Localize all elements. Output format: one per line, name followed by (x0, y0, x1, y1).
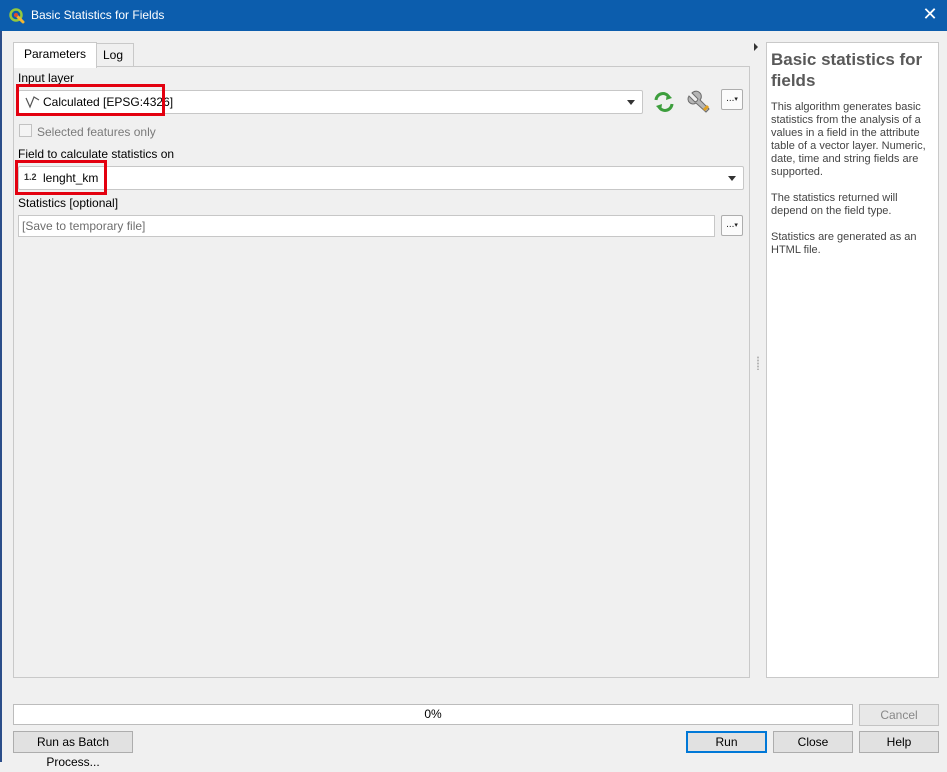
tab-log[interactable]: Log (92, 43, 135, 67)
help-paragraph-2: The statistics returned will depend on t… (771, 192, 898, 217)
numeric-field-icon: 1.2 (24, 172, 37, 182)
help-title: Basic statistics for fields (771, 50, 923, 90)
statistics-output-field[interactable] (18, 215, 715, 237)
cancel-button[interactable]: Cancel (859, 704, 939, 726)
input-layer-options-button[interactable]: ...▾ (721, 89, 743, 110)
help-button[interactable]: Help (859, 731, 939, 753)
small-chevron-icon: ▾ (734, 96, 738, 103)
selected-features-checkbox[interactable] (19, 124, 32, 137)
field-value: lenght_km (43, 171, 99, 185)
window-close-icon[interactable]: ✕ (913, 0, 947, 31)
collapse-help-icon[interactable] (754, 43, 758, 51)
wrench-icon[interactable] (687, 90, 713, 114)
batch-process-button[interactable]: Run as Batch Process... (13, 731, 133, 769)
progress-bar: 0% (13, 704, 853, 725)
chevron-down-icon (728, 176, 736, 181)
progress-text: 0% (424, 707, 442, 721)
iterate-features-icon[interactable] (652, 91, 676, 113)
splitter-handle[interactable] (757, 356, 759, 370)
statistics-label: Statistics [optional] (18, 196, 119, 210)
help-paragraph-1: This algorithm generates basic statistic… (771, 101, 926, 178)
selected-features-label: Selected features only (37, 125, 156, 139)
window-title: Basic Statistics for Fields (31, 8, 165, 22)
help-paragraph-3: Statistics are generated as an HTML file… (771, 231, 917, 256)
small-chevron-icon: ▾ (734, 222, 738, 229)
tab-parameters[interactable]: Parameters (13, 42, 98, 68)
input-layer-value: Calculated [EPSG:4326] (43, 95, 174, 109)
statistics-options-button[interactable]: ...▾ (721, 215, 743, 236)
line-layer-icon (25, 95, 41, 112)
field-combo[interactable]: 1.2 lenght_km (18, 166, 744, 190)
input-layer-label: Input layer (18, 71, 75, 85)
input-layer-combo[interactable]: Calculated [EPSG:4326] (18, 90, 643, 114)
field-label: Field to calculate statistics on (18, 147, 175, 161)
run-button[interactable]: Run (686, 731, 767, 753)
window-edge (0, 31, 2, 762)
qgis-logo-icon (9, 8, 25, 24)
close-button[interactable]: Close (773, 731, 853, 753)
statistics-output-input[interactable] (19, 216, 714, 236)
help-panel: Basic statistics for fields This algorit… (766, 42, 939, 678)
title-bar: Basic Statistics for Fields ✕ (0, 0, 947, 31)
chevron-down-icon (627, 100, 635, 105)
